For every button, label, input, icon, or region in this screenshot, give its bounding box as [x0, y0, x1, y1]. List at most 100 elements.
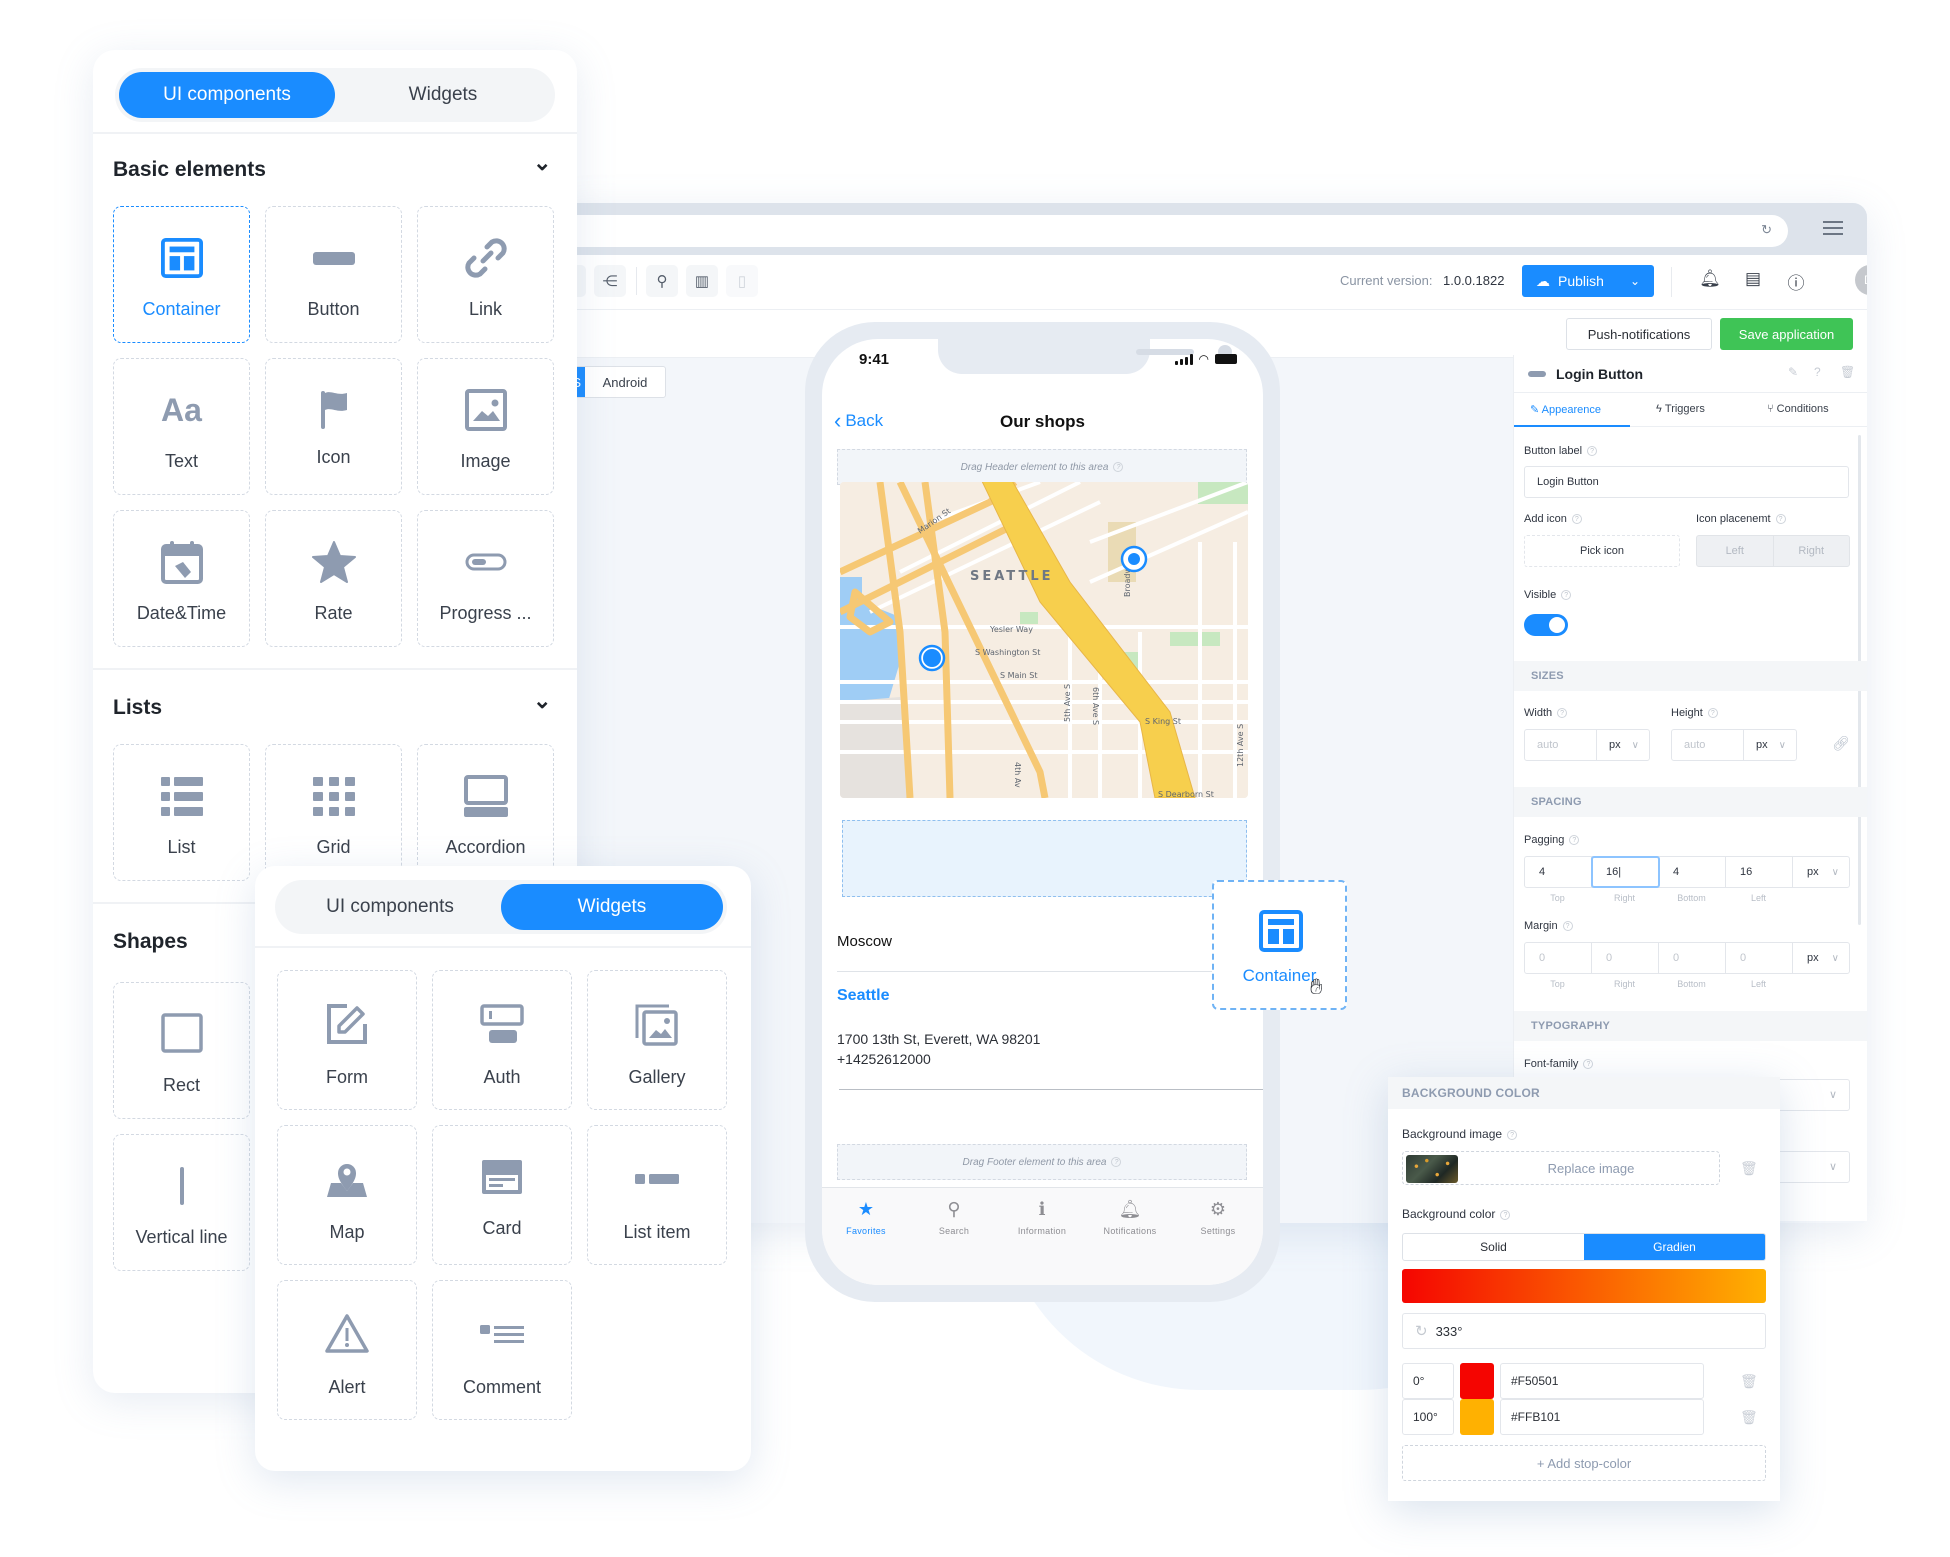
chevron-down-icon[interactable]: ⌄: [533, 150, 551, 176]
component-container[interactable]: Container: [113, 206, 250, 343]
trash-icon[interactable]: 🗑︎: [1740, 1409, 1758, 1426]
component-text[interactable]: Aa Text: [113, 358, 250, 495]
component-grid[interactable]: Grid: [265, 744, 402, 881]
footer-drop-zone[interactable]: Drag Footer element to this area?: [837, 1144, 1247, 1180]
widget-card[interactable]: Card: [432, 1125, 572, 1265]
width-unit-select[interactable]: px ∨: [1597, 730, 1649, 760]
pick-icon-button[interactable]: Pick icon: [1524, 535, 1680, 567]
margin-bottom-input[interactable]: 0: [1659, 943, 1726, 973]
tab-information[interactable]: ℹ Information: [998, 1198, 1086, 1236]
widget-auth[interactable]: Auth: [432, 970, 572, 1110]
header-drop-zone[interactable]: Drag Header element to this area?: [837, 449, 1247, 485]
component-icon[interactable]: Icon: [265, 358, 402, 495]
dragged-container[interactable]: Container ✋︎: [1212, 880, 1347, 1010]
component-list[interactable]: List: [113, 744, 250, 881]
width-input[interactable]: auto: [1525, 730, 1597, 760]
help-icon[interactable]: ?: [1814, 365, 1821, 379]
platform-android-button[interactable]: Android: [585, 367, 665, 397]
stop-color-swatch[interactable]: [1460, 1363, 1494, 1399]
component-rate[interactable]: Rate: [265, 510, 402, 647]
share-tool-button[interactable]: ⋲: [594, 265, 626, 297]
button-label-input[interactable]: Login Button: [1524, 466, 1849, 498]
device-tool-button[interactable]: ▯: [726, 265, 758, 297]
save-application-button[interactable]: Save application: [1720, 318, 1853, 350]
mode-solid[interactable]: Solid: [1403, 1234, 1584, 1260]
plugin-tool-button[interactable]: ⚲: [646, 265, 678, 297]
height-unit-select[interactable]: px ∨: [1744, 730, 1796, 760]
widget-form[interactable]: Form: [277, 970, 417, 1110]
component-link[interactable]: Link: [417, 206, 554, 343]
component-datetime[interactable]: Date&Time: [113, 510, 250, 647]
chevron-down-icon[interactable]: ⌄: [1630, 274, 1640, 288]
margin-right-input[interactable]: 0: [1592, 943, 1659, 973]
stop-hex-input[interactable]: #F50501: [1500, 1363, 1704, 1399]
widget-list-item[interactable]: List item: [587, 1125, 727, 1265]
bell-icon[interactable]: 🔔︎: [1699, 269, 1721, 289]
stop-position-input[interactable]: 0°: [1402, 1363, 1454, 1399]
menu-icon[interactable]: [1823, 221, 1843, 235]
padding-top-input[interactable]: 4: [1525, 857, 1592, 887]
list-item[interactable]: Moscow: [837, 933, 892, 950]
tab-notifications[interactable]: 🔔︎ Notifications: [1086, 1198, 1174, 1236]
stop-color-swatch[interactable]: [1460, 1399, 1494, 1435]
comment-icon: [433, 1311, 571, 1357]
padding-left-input[interactable]: 16: [1726, 857, 1793, 887]
gradient-angle-input[interactable]: ↻ 333°: [1402, 1313, 1766, 1349]
push-notifications-button[interactable]: Push-notifications: [1566, 318, 1712, 350]
tab-triggers[interactable]: ϟ Triggers: [1656, 403, 1705, 415]
padding-unit-select[interactable]: px ∨: [1793, 857, 1849, 887]
component-image[interactable]: Image: [417, 358, 554, 495]
cloud-upload-icon: ☁: [1536, 272, 1550, 289]
help-icon[interactable]: ⓘ: [1785, 269, 1807, 294]
widget-alert[interactable]: Alert: [277, 1280, 417, 1420]
widget-gallery[interactable]: Gallery: [587, 970, 727, 1110]
address-bar[interactable]: ↻: [560, 215, 1788, 247]
component-rect[interactable]: Rect: [113, 982, 250, 1119]
message-icon[interactable]: ▤: [1742, 269, 1764, 289]
visible-toggle[interactable]: [1524, 614, 1568, 636]
map-widget[interactable]: SEATTLE Marion St Yesler Way S Washingto…: [840, 482, 1248, 798]
add-stop-color-button[interactable]: + Add stop-color: [1402, 1445, 1766, 1481]
component-button[interactable]: Button: [265, 206, 402, 343]
tab-conditions[interactable]: ⑂ Conditions: [1767, 403, 1829, 415]
margin-unit-select[interactable]: px ∨: [1793, 943, 1849, 973]
component-progress[interactable]: Progress ...: [417, 510, 554, 647]
list-item[interactable]: Seattle: [837, 987, 889, 1005]
icon-placement-right[interactable]: Right: [1772, 536, 1850, 566]
margin-top-input[interactable]: 0: [1525, 943, 1592, 973]
replace-image-button[interactable]: Replace image: [1463, 1161, 1719, 1176]
background-image-picker[interactable]: Replace image: [1402, 1151, 1720, 1185]
tab-widgets[interactable]: Widgets: [335, 72, 551, 118]
padding-bottom-input[interactable]: 4: [1659, 857, 1726, 887]
stop-hex-input[interactable]: #FFB101: [1500, 1399, 1704, 1435]
trash-icon[interactable]: 🗑︎: [1740, 1160, 1758, 1177]
stop-position-input[interactable]: 100°: [1402, 1399, 1454, 1435]
icon-placement-left[interactable]: Left: [1697, 536, 1773, 566]
edit-icon[interactable]: ✎: [1788, 365, 1798, 379]
widget-comment[interactable]: Comment: [432, 1280, 572, 1420]
trash-icon[interactable]: 🗑︎: [1840, 365, 1855, 379]
trash-icon[interactable]: 🗑︎: [1740, 1373, 1758, 1390]
layout-tool-button[interactable]: ▥: [686, 265, 718, 297]
container-drop-placeholder[interactable]: [842, 820, 1247, 897]
component-vertical-line[interactable]: Vertical line: [113, 1134, 250, 1271]
margin-left-input[interactable]: 0: [1726, 943, 1793, 973]
padding-right-input[interactable]: 16|: [1591, 856, 1660, 888]
tab-ui-components[interactable]: UI components: [279, 884, 501, 930]
widget-map[interactable]: Map: [277, 1125, 417, 1265]
height-input[interactable]: auto: [1672, 730, 1744, 760]
mode-gradient[interactable]: Gradien: [1584, 1234, 1765, 1260]
component-accordion[interactable]: Accordion: [417, 744, 554, 881]
chevron-down-icon[interactable]: ⌄: [533, 688, 551, 714]
tab-ui-components[interactable]: UI components: [119, 72, 335, 118]
publish-button[interactable]: ☁ Publish ⌄: [1522, 265, 1654, 297]
tab-widgets[interactable]: Widgets: [501, 884, 723, 930]
tab-appearance[interactable]: ✎ Appearence: [1530, 403, 1601, 416]
link-icon[interactable]: 🔗︎: [1832, 735, 1850, 752]
tab-favorites[interactable]: ★ Favorites: [822, 1198, 910, 1236]
tab-settings[interactable]: ⚙ Settings: [1174, 1198, 1262, 1236]
image-thumbnail: [1406, 1155, 1458, 1183]
avatar[interactable]: DI: [1855, 265, 1867, 295]
reload-icon[interactable]: ↻: [1761, 222, 1772, 238]
tab-search[interactable]: ⚲ Search: [910, 1198, 998, 1236]
